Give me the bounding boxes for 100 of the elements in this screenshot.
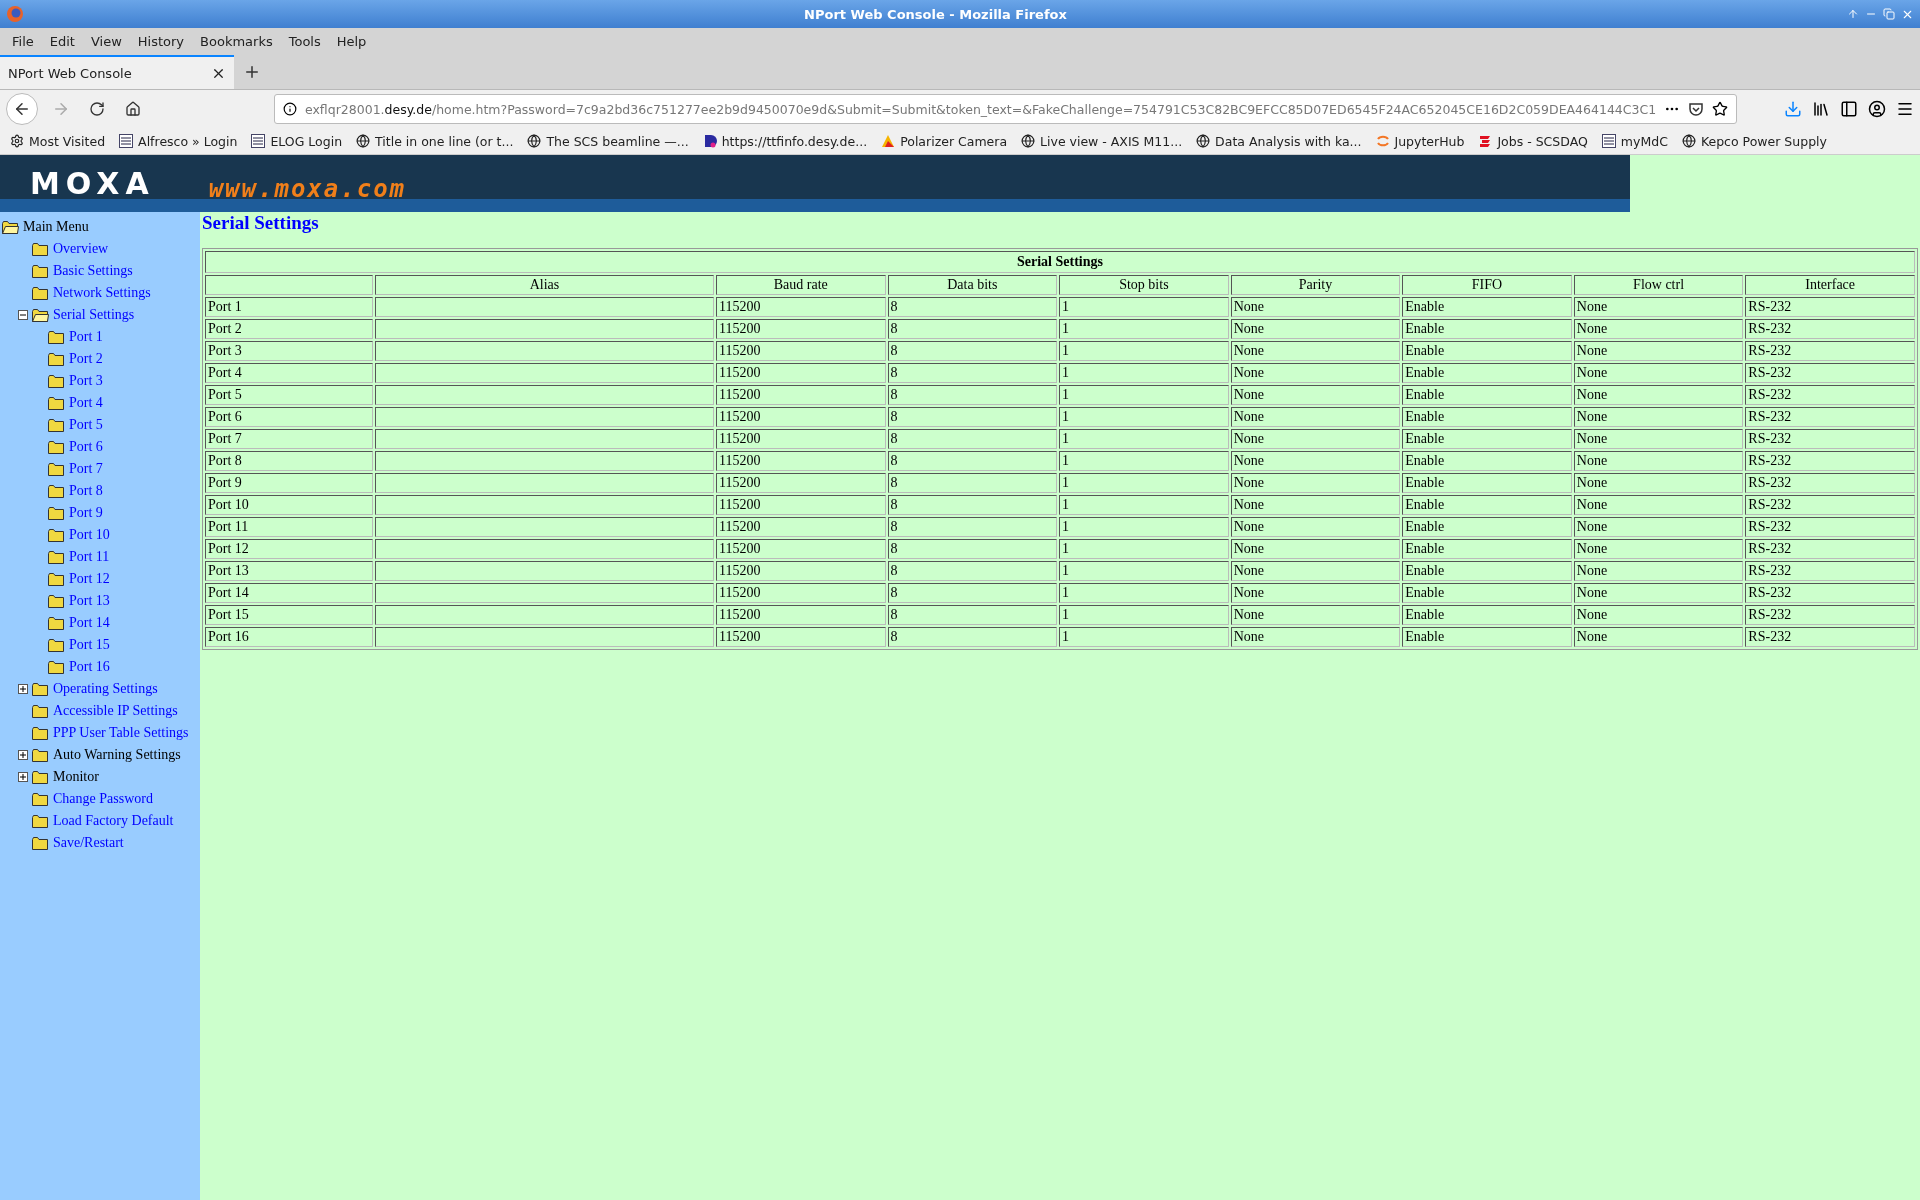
menu-link[interactable]: Port 2 xyxy=(69,351,103,367)
table-cell: 115200 xyxy=(716,583,886,603)
sidebar-icon[interactable] xyxy=(1840,100,1858,118)
menu-item[interactable]: File xyxy=(4,32,42,51)
table-cell: None xyxy=(1573,451,1744,471)
bookmark[interactable]: The SCS beamline —... xyxy=(527,133,689,149)
expand-icon[interactable] xyxy=(18,684,28,694)
bookmark[interactable]: Alfresco » Login xyxy=(119,133,238,149)
menu-label[interactable]: Monitor xyxy=(53,769,99,785)
menu-link[interactable]: Port 13 xyxy=(69,593,110,609)
menu-link[interactable]: Port 8 xyxy=(69,483,103,499)
bookmark[interactable]: Polarizer Camera xyxy=(881,133,1008,149)
menu-item[interactable]: Help xyxy=(328,32,375,51)
table-cell: None xyxy=(1230,341,1401,361)
folder-icon xyxy=(32,792,49,806)
library-icon[interactable] xyxy=(1812,100,1830,118)
bookmark[interactable]: Data Analysis with ka... xyxy=(1196,133,1362,149)
table-cell: None xyxy=(1573,473,1744,493)
menu-link[interactable]: Port 6 xyxy=(69,439,103,455)
table-cell: RS-232 xyxy=(1745,583,1915,603)
menu-link[interactable]: Port 14 xyxy=(69,615,110,631)
bookmark[interactable]: JupyterHub xyxy=(1375,133,1465,149)
menu-label[interactable]: Auto Warning Settings xyxy=(53,747,181,763)
table-cell: RS-232 xyxy=(1745,473,1915,493)
table-cell: Enable xyxy=(1402,605,1572,625)
menu-link[interactable]: Port 3 xyxy=(69,373,103,389)
menu-link[interactable]: Basic Settings xyxy=(53,263,133,279)
table-cell: 1 xyxy=(1059,341,1229,361)
window-title: NPort Web Console - Mozilla Firefox xyxy=(803,6,1068,22)
menu-link[interactable]: Port 4 xyxy=(69,395,103,411)
menu-link[interactable]: Port 12 xyxy=(69,571,110,587)
address-field[interactable]: exflqr28001.desy.de/home.htm?Password=7c9a2bd36c751277ee2b9d9450070e9d&Submit=Submit&token_text=&FakeChallenge=754791C53C82BC9EFCC85D07ED6545F24AC652045CE16D2C059DEA464144C3C1 xyxy=(274,94,1738,124)
expand-icon[interactable] xyxy=(18,750,28,760)
folder-icon xyxy=(32,770,49,784)
table-cell: 115200 xyxy=(716,385,886,405)
menu-link[interactable]: Change Password xyxy=(53,791,153,807)
bookmark[interactable]: https://ttfinfo.desy.de... xyxy=(702,133,868,149)
bookmark[interactable]: Title in one line (or t... xyxy=(356,133,514,149)
menu-link[interactable]: Port 5 xyxy=(69,417,103,433)
menu-label[interactable]: Main Menu xyxy=(23,219,89,235)
back-button[interactable] xyxy=(6,93,38,125)
folder-icon xyxy=(48,462,65,476)
folder-icon xyxy=(48,418,65,432)
menu-link[interactable]: Port 7 xyxy=(69,461,103,477)
menu-link[interactable]: Save/Restart xyxy=(53,835,124,851)
bookmark[interactable]: Most Visited xyxy=(10,133,106,149)
collapse-icon[interactable] xyxy=(18,310,28,320)
table-cell: Enable xyxy=(1402,583,1572,603)
account-icon[interactable] xyxy=(1868,100,1886,118)
menu-link[interactable]: Port 11 xyxy=(69,549,110,565)
bookmark[interactable]: ELOG Login xyxy=(251,133,343,149)
table-cell: 1 xyxy=(1059,583,1229,603)
menu-link[interactable]: Operating Settings xyxy=(53,681,158,697)
menu-item[interactable]: Tools xyxy=(280,32,329,51)
bookmark[interactable]: Jobs - SCSDAQ xyxy=(1478,133,1588,149)
table-cell: Enable xyxy=(1402,341,1572,361)
menu-link[interactable]: Serial Settings xyxy=(53,307,135,323)
globe-icon xyxy=(1021,134,1036,148)
table-cell: None xyxy=(1573,517,1744,537)
bookmark[interactable]: Kepco Power Supply xyxy=(1681,133,1827,149)
restore-icon[interactable] xyxy=(1883,8,1895,20)
browser-tab[interactable]: NPort Web Console xyxy=(0,55,234,89)
menu-link[interactable]: Port 16 xyxy=(69,659,110,675)
column-header: Stop bits xyxy=(1059,275,1229,295)
pocket-icon[interactable] xyxy=(1688,101,1705,117)
table-cell: RS-232 xyxy=(1745,605,1915,625)
table-cell: Enable xyxy=(1402,627,1572,647)
star-icon[interactable] xyxy=(1712,101,1729,117)
table-cell: 115200 xyxy=(716,451,886,471)
menu-link[interactable]: PPP User Table Settings xyxy=(53,725,189,741)
bookmark[interactable]: Live view - AXIS M11... xyxy=(1021,133,1183,149)
table-cell: Enable xyxy=(1402,407,1572,427)
menu-link[interactable]: Load Factory Default xyxy=(53,813,174,829)
menu-item[interactable]: View xyxy=(82,32,130,51)
expand-icon[interactable] xyxy=(18,772,28,782)
menu-icon[interactable] xyxy=(1896,100,1914,118)
menu-link[interactable]: Accessible IP Settings xyxy=(53,703,178,719)
globe-icon xyxy=(1681,134,1696,148)
logo-icon xyxy=(119,134,134,148)
table-cell: None xyxy=(1230,605,1401,625)
menu-link[interactable]: Port 15 xyxy=(69,637,110,653)
menu-link[interactable]: Overview xyxy=(53,241,109,257)
download-icon[interactable] xyxy=(1784,100,1802,118)
table-cell: Port 4 xyxy=(205,363,373,383)
table-cell: Enable xyxy=(1402,517,1572,537)
menu-link[interactable]: Port 10 xyxy=(69,527,110,543)
open-folder-icon xyxy=(32,308,49,322)
bookmark[interactable]: myMdC xyxy=(1601,133,1668,149)
menu-link[interactable]: Network Settings xyxy=(53,285,151,301)
folder-icon xyxy=(48,638,65,652)
menu-item[interactable]: Edit xyxy=(41,32,83,51)
menu-item[interactable]: History xyxy=(129,32,193,51)
info-icon[interactable] xyxy=(283,102,297,116)
table-cell: 8 xyxy=(887,473,1058,493)
menu-link[interactable]: Port 1 xyxy=(69,329,103,345)
menu-link[interactable]: Port 9 xyxy=(69,505,103,521)
gear-icon xyxy=(10,134,24,148)
menu-item[interactable]: Bookmarks xyxy=(192,32,281,51)
table-cell: 1 xyxy=(1059,451,1229,471)
table-cell: Port 8 xyxy=(205,451,373,471)
